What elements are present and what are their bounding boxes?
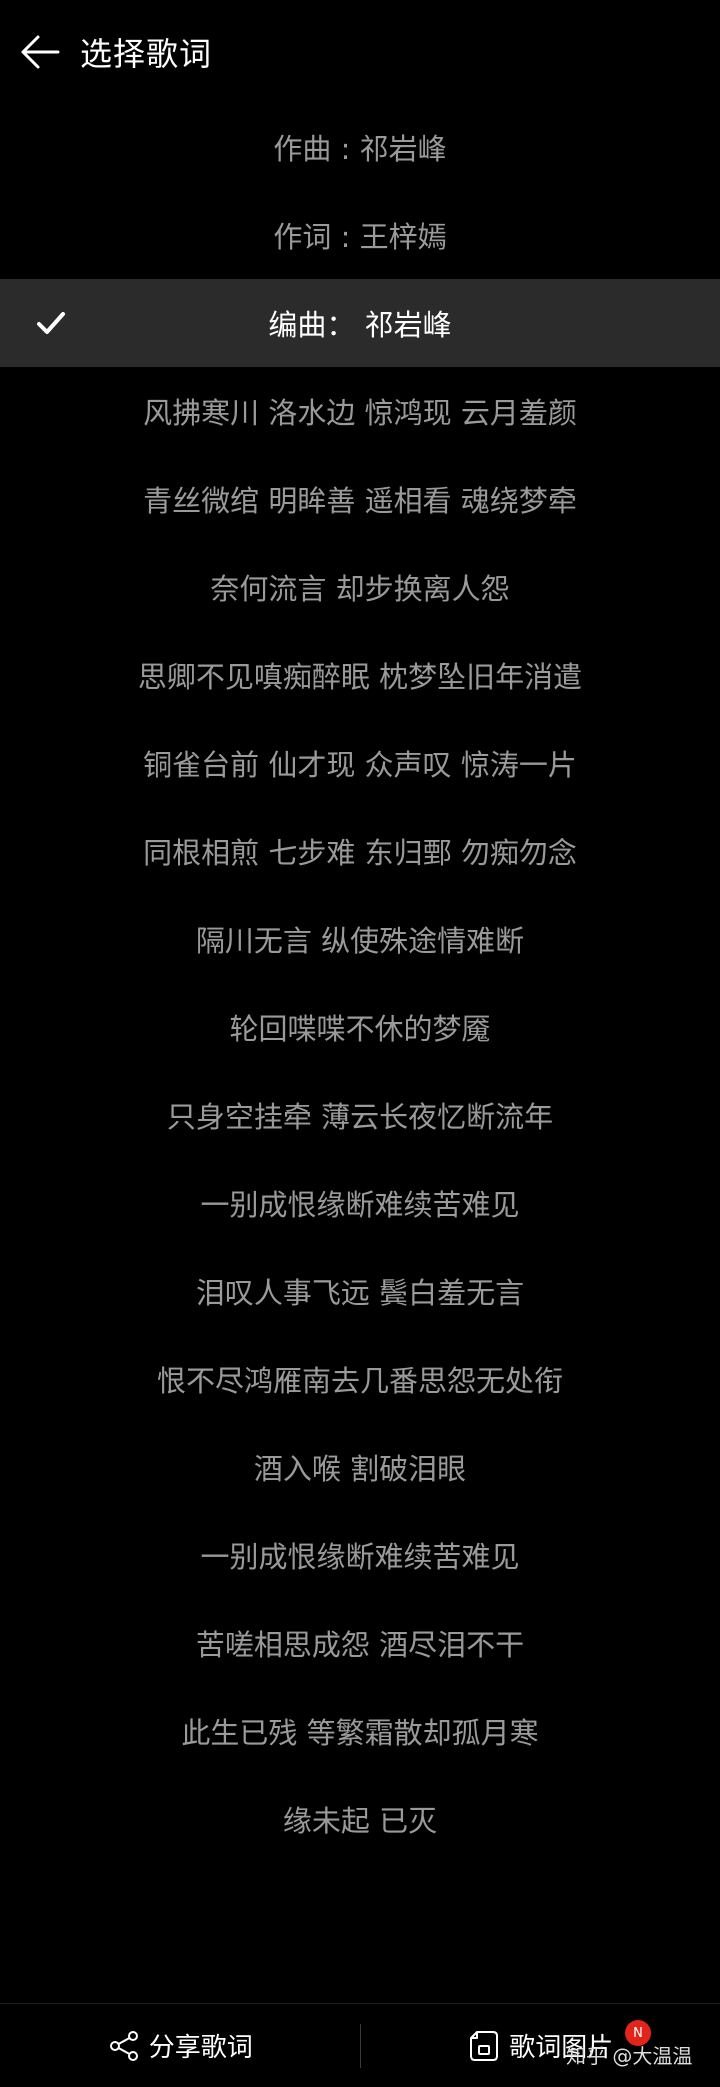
- lyric-text: 此生已残 等繁霜散却孤月寒: [181, 1716, 539, 1750]
- lyric-text: 作词 : 王梓嫣: [273, 220, 447, 254]
- lyric-text: 只身空挂牵 薄云长夜忆断流年: [166, 1100, 554, 1134]
- lyric-line[interactable]: 一别成恨缘断难续苦难见: [0, 1511, 720, 1599]
- lyric-text: 思卿不见嗔痴醉眠 枕梦坠旧年消遣: [137, 660, 583, 694]
- lyric-text: 缘未起 已灭: [282, 1804, 438, 1838]
- lyric-line[interactable]: 隔川无言 纵使殊途情难断: [0, 895, 720, 983]
- lyric-line[interactable]: 风拂寒川 洛水边 惊鸿现 云月羞颜: [0, 367, 720, 455]
- lyric-text: 青丝微绾 明眸善 遥相看 魂绕梦牵: [143, 484, 577, 518]
- lyric-text: 一别成恨缘断难续苦难见: [200, 1188, 520, 1222]
- lyric-line[interactable]: 同根相煎 七步难 东归鄄 勿痴勿念: [0, 807, 720, 895]
- share-lyrics-label: 分享歌词: [148, 2033, 253, 2063]
- lyrics-list: 作曲 : 祁岩峰 作词 : 王梓嫣 编曲： 祁岩峰风拂寒川 洛水边 惊鸿现 云月羞颜…: [0, 103, 720, 1863]
- lyric-text: 酒入喉 割破泪眼: [253, 1452, 467, 1486]
- lyric-text: 铜雀台前 仙才现 众声叹 惊涛一片: [143, 748, 577, 782]
- lyric-text: 一别成恨缘断难续苦难见: [200, 1540, 520, 1574]
- watermark: 知乎 @大温温: [566, 2044, 693, 2068]
- lyric-text: 同根相煎 七步难 东归鄄 勿痴勿念: [143, 836, 577, 870]
- lyric-line[interactable]: 此生已残 等繁霜散却孤月寒: [0, 1687, 720, 1775]
- lyric-line[interactable]: 缘未起 已灭: [0, 1775, 720, 1863]
- checkmark-icon: [37, 312, 65, 334]
- back-button[interactable]: [0, 0, 80, 104]
- lyric-text: 苦嗟相思成怨 酒尽泪不干: [195, 1628, 525, 1662]
- lyric-line[interactable]: 编曲： 祁岩峰: [0, 279, 720, 367]
- lyric-line[interactable]: 奈何流言 却步换离人怨: [0, 543, 720, 631]
- lyric-line[interactable]: 作词 : 王梓嫣: [0, 191, 720, 279]
- share-icon: [109, 2030, 138, 2061]
- lyric-line[interactable]: 酒入喉 割破泪眼: [0, 1423, 720, 1511]
- lyric-text: 恨不尽鸿雁南去几番思怨无处衔: [156, 1364, 563, 1398]
- lyric-line[interactable]: 青丝微绾 明眸善 遥相看 魂绕梦牵: [0, 455, 720, 543]
- lyric-line[interactable]: 轮回喋喋不休的梦魇: [0, 983, 720, 1071]
- lyric-text: 轮回喋喋不休的梦魇: [229, 1012, 491, 1046]
- lyric-text: 隔川无言 纵使殊途情难断: [195, 924, 525, 958]
- share-lyrics-button[interactable]: 分享歌词: [0, 2004, 360, 2087]
- image-card-icon: [470, 2030, 499, 2061]
- lyric-line[interactable]: 一别成恨缘断难续苦难见: [0, 1159, 720, 1247]
- lyric-text: 编曲： 祁岩峰: [268, 308, 452, 342]
- lyric-line[interactable]: 思卿不见嗔痴醉眠 枕梦坠旧年消遣: [0, 631, 720, 719]
- lyric-line[interactable]: 只身空挂牵 薄云长夜忆断流年: [0, 1071, 720, 1159]
- page-title: 选择歌词: [80, 35, 213, 73]
- lyric-text: 作曲 : 祁岩峰: [273, 132, 447, 166]
- lyric-line[interactable]: 泪叹人事飞远 鬓白羞无言: [0, 1247, 720, 1335]
- lyric-line[interactable]: 铜雀台前 仙才现 众声叹 惊涛一片: [0, 719, 720, 807]
- lyric-line[interactable]: 恨不尽鸿雁南去几番思怨无处衔: [0, 1335, 720, 1423]
- lyric-text: 泪叹人事飞远 鬓白羞无言: [195, 1276, 525, 1310]
- lyric-text: 奈何流言 却步换离人怨: [210, 572, 510, 606]
- lyric-line[interactable]: 作曲 : 祁岩峰: [0, 103, 720, 191]
- lyric-text: 风拂寒川 洛水边 惊鸿现 云月羞颜: [143, 396, 577, 430]
- lyric-line[interactable]: 苦嗟相思成怨 酒尽泪不干: [0, 1599, 720, 1687]
- lyrics-select-screen: 选择歌词 作曲 : 祁岩峰 作词 : 王梓嫣 编曲： 祁岩峰风拂寒川 洛水边 惊鸿现…: [0, 0, 720, 2087]
- back-arrow-icon: [21, 35, 60, 69]
- header: 选择歌词: [0, 0, 720, 104]
